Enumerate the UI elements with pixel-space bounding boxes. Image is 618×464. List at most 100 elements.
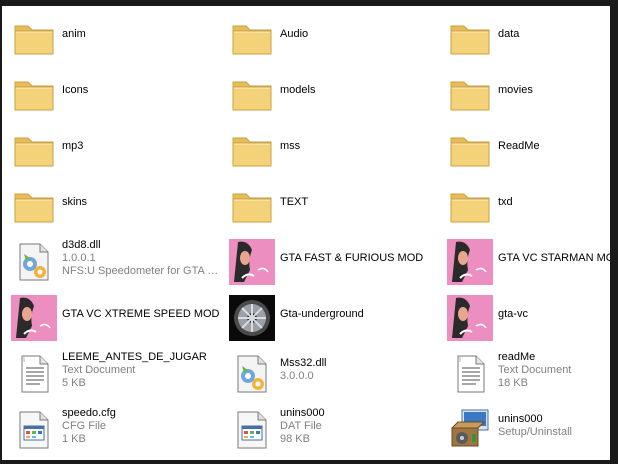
file-item[interactable]: mss xyxy=(224,122,434,170)
file-name: movies xyxy=(498,83,533,96)
file-name: TEXT xyxy=(280,195,309,208)
file-name: d3d8.dll xyxy=(62,238,101,251)
file-detail: 18 KB xyxy=(498,376,528,389)
file-item-text: Icons xyxy=(62,66,222,114)
folder-icon xyxy=(446,126,494,174)
file-name: Audio xyxy=(280,27,309,40)
file-item-text: mss xyxy=(280,122,440,170)
cfg-file-icon xyxy=(10,406,58,454)
file-item-text: d3d8.dll 1.0.0.1 NFS:U Speedometer for GTA… xyxy=(62,234,222,282)
file-item[interactable]: txd xyxy=(442,178,610,226)
file-item-text: Gta-underground xyxy=(280,290,440,338)
file-item-text: mp3 xyxy=(62,122,222,170)
file-item[interactable]: gta-vc xyxy=(442,290,610,341)
wheel-app-icon xyxy=(228,294,276,342)
window-edge xyxy=(610,0,618,464)
file-item-text: unins000 DAT File 98 KB xyxy=(280,402,440,450)
file-name: skins xyxy=(62,195,88,208)
file-detail: DAT File xyxy=(280,419,322,432)
file-list-pane[interactable]: anim Audio data Icons models movies mp3 mss Read… xyxy=(2,6,610,460)
file-item[interactable]: GTA VC STARMAN MOD xyxy=(442,234,610,285)
file-detail: Text Document xyxy=(62,363,136,376)
file-item[interactable]: skins xyxy=(6,178,216,226)
file-name: GTA FAST & FURIOUS MOD xyxy=(280,251,424,264)
file-item[interactable]: TEXT xyxy=(224,178,434,226)
file-detail: Setup/Uninstall xyxy=(498,426,572,438)
file-name: gta-vc xyxy=(498,307,528,320)
file-item-text: GTA VC STARMAN MOD xyxy=(498,234,610,282)
file-detail: Text Document xyxy=(498,363,572,376)
dll-icon xyxy=(228,350,276,398)
file-detail: 3.0.0.0 xyxy=(280,370,314,382)
file-item[interactable]: Icons xyxy=(6,66,216,114)
folder-icon xyxy=(228,70,276,118)
file-item[interactable]: LEEME_ANTES_DE_JUGAR Text Document 5 KB xyxy=(6,346,216,394)
folder-icon xyxy=(10,182,58,230)
folder-icon xyxy=(446,70,494,118)
file-item-text: speedo.cfg CFG File 1 KB xyxy=(62,402,222,450)
file-item-text: ReadMe xyxy=(498,122,610,170)
file-item-text: movies xyxy=(498,66,610,114)
file-item-text: unins000 Setup/Uninstall xyxy=(498,402,610,450)
file-item-text: readMe Text Document 18 KB xyxy=(498,346,610,394)
folder-icon xyxy=(446,14,494,62)
file-item[interactable]: unins000 DAT File 98 KB xyxy=(224,402,434,450)
file-detail: 1.0.0.1 xyxy=(62,251,96,264)
file-name: speedo.cfg xyxy=(62,406,116,419)
file-item[interactable]: unins000 Setup/Uninstall xyxy=(442,402,610,450)
file-item[interactable]: Gta-underground xyxy=(224,290,434,341)
text-document-icon xyxy=(10,350,58,398)
file-item[interactable]: movies xyxy=(442,66,610,114)
file-item[interactable]: Audio xyxy=(224,10,434,58)
file-name: LEEME_ANTES_DE_JUGAR xyxy=(62,350,207,363)
file-item[interactable]: GTA VC XTREME SPEED MOD xyxy=(6,290,220,341)
file-item-text: GTA VC XTREME SPEED MOD xyxy=(62,290,222,338)
vc-app-icon xyxy=(228,238,276,286)
file-item-text: data xyxy=(498,10,610,58)
file-name: readMe xyxy=(498,350,536,363)
file-name: Mss32.dll xyxy=(280,357,327,369)
folder-icon xyxy=(228,126,276,174)
file-item[interactable]: Mss32.dll 3.0.0.0 xyxy=(224,346,434,394)
explorer-window: anim Audio data Icons models movies mp3 mss Read… xyxy=(0,0,618,464)
file-detail: 98 KB xyxy=(280,432,310,445)
file-item-text: models xyxy=(280,66,440,114)
file-item[interactable]: mp3 xyxy=(6,122,216,170)
file-name: unins000 xyxy=(280,406,325,419)
file-item[interactable]: models xyxy=(224,66,434,114)
folder-icon xyxy=(446,182,494,230)
file-name: GTA VC STARMAN MOD xyxy=(498,251,610,264)
vc-app-icon xyxy=(446,238,494,286)
file-item[interactable]: readMe Text Document 18 KB xyxy=(442,346,610,394)
setup-icon xyxy=(446,406,494,454)
file-detail: 1 KB xyxy=(62,432,86,445)
file-name: models xyxy=(280,83,316,96)
file-item[interactable]: speedo.cfg CFG File 1 KB xyxy=(6,402,216,450)
file-item-text: txd xyxy=(498,178,610,226)
file-name: data xyxy=(498,27,520,40)
text-document-icon xyxy=(446,350,494,398)
file-item-text: GTA FAST & FURIOUS MOD xyxy=(280,234,440,282)
file-item[interactable]: d3d8.dll 1.0.0.1 NFS:U Speedometer for GTA… xyxy=(6,234,222,282)
vc-app-icon xyxy=(446,294,494,342)
file-name: ReadMe xyxy=(498,139,540,152)
file-item[interactable]: GTA FAST & FURIOUS MOD xyxy=(224,234,434,285)
folder-icon xyxy=(228,14,276,62)
folder-icon xyxy=(228,182,276,230)
file-name: Icons xyxy=(62,83,89,96)
file-detail: NFS:U Speedometer for GTA V... xyxy=(62,264,222,277)
file-name: Gta-underground xyxy=(280,307,364,320)
file-item[interactable]: data xyxy=(442,10,610,58)
file-item[interactable]: ReadMe xyxy=(442,122,610,170)
file-name: GTA VC XTREME SPEED MOD xyxy=(62,307,220,320)
file-item[interactable]: anim xyxy=(6,10,216,58)
file-name: anim xyxy=(62,27,86,40)
file-item-text: TEXT xyxy=(280,178,440,226)
file-item-text: Audio xyxy=(280,10,440,58)
file-item-text: skins xyxy=(62,178,222,226)
file-grid: anim Audio data Icons models movies mp3 mss Read… xyxy=(2,6,610,460)
vc-app-icon xyxy=(10,294,58,342)
file-detail: CFG File xyxy=(62,419,106,432)
file-name: mp3 xyxy=(62,139,84,152)
file-name: unins000 xyxy=(498,413,543,425)
